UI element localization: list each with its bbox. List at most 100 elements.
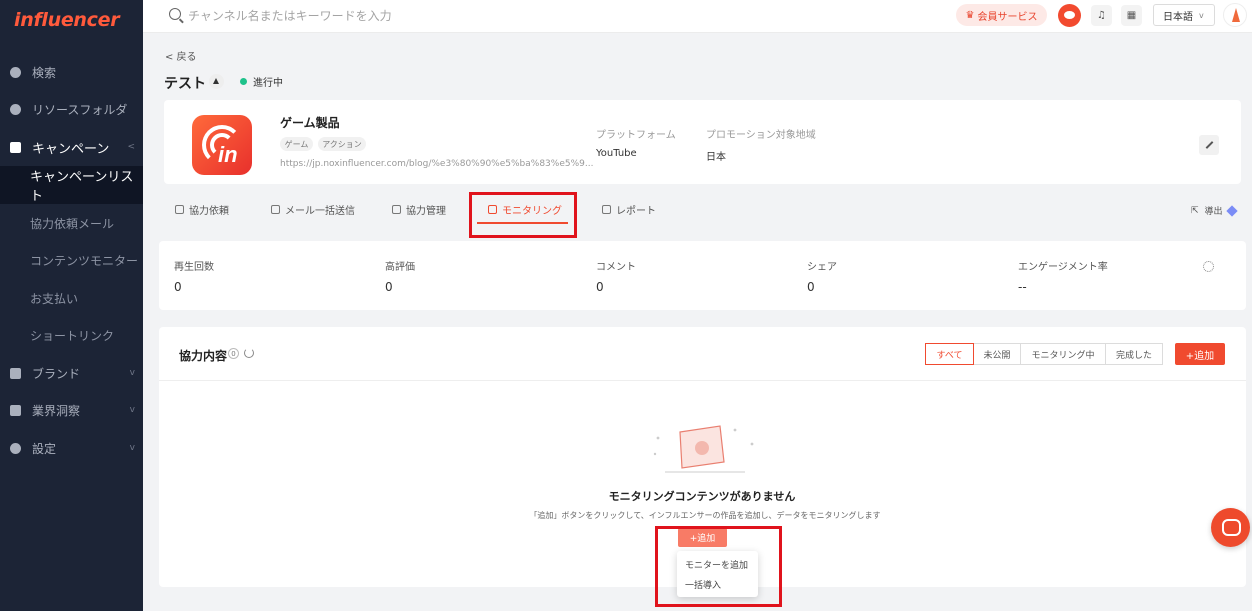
sidebar-item-label: ショートリンク (30, 328, 115, 343)
filter-unpublished[interactable]: 未公開 (973, 343, 1021, 365)
stat-label-comments: コメント (596, 262, 636, 273)
language-select[interactable]: 日本語 v (1153, 4, 1215, 26)
empty-state-description: 「追加」ボタンをクリックして、インフルエンサーの作品を追加し、データをモニタリン… (529, 511, 881, 520)
chevron-down-icon: v (129, 368, 135, 378)
sidebar-item-label: ブランド (32, 366, 81, 381)
add-button[interactable]: +追加 (1175, 343, 1225, 365)
count-badge: 0 (228, 348, 239, 359)
mail-icon (271, 204, 280, 214)
sidebar-item-label: 検索 (32, 65, 57, 80)
filter-all[interactable]: すべて (925, 343, 974, 365)
product-logo: in (192, 115, 252, 175)
logo[interactable]: influencer (14, 6, 120, 34)
page-title: テスト (164, 76, 206, 92)
tab-label: 協力依頼 (189, 205, 229, 217)
stat-value-shares: 0 (807, 280, 815, 294)
stat-label-likes: 高評価 (385, 262, 415, 273)
collapse-toggle-icon[interactable] (209, 74, 224, 89)
back-link[interactable]: < 戻る (165, 48, 197, 63)
sidebar-item-resource-folder[interactable]: リソースフォルダ (0, 90, 143, 128)
empty-state-illustration (653, 425, 754, 473)
stat-label-engagement: エンゲージメント率 (1018, 262, 1108, 273)
export-button[interactable]: ⇱ 導出 (1191, 204, 1238, 217)
product-name: ゲーム製品 (280, 116, 340, 130)
product-url[interactable]: https://jp.noxinfluencer.com/blog/%e3%80… (280, 159, 593, 169)
platform-label: プラットフォーム (596, 130, 676, 141)
member-service-button[interactable]: ♛ 会員サービス (956, 4, 1047, 26)
sidebar-item-shortlink[interactable]: ショートリンク (0, 316, 143, 354)
document-icon (10, 141, 21, 153)
stat-value-views: 0 (174, 280, 182, 294)
message-icon[interactable] (1058, 4, 1081, 27)
diamond-icon (1225, 204, 1238, 217)
tab-bulk-mail[interactable]: メール一括送信 (271, 197, 355, 221)
chevron-left-icon: < (127, 142, 135, 152)
sidebar-item-label: お支払い (30, 291, 79, 306)
apps-icon[interactable]: ▦ (1121, 5, 1142, 26)
user-icon (175, 204, 184, 214)
stat-value-comments: 0 (596, 280, 604, 294)
empty-state-title: モニタリングコンテンツがありません (608, 490, 796, 503)
tab-label: 協力管理 (406, 205, 446, 217)
sidebar-item-label: 設定 (32, 441, 57, 456)
tab-label: メール一括送信 (285, 205, 355, 217)
avatar[interactable] (1223, 3, 1247, 27)
sidebar-item-campaign-list[interactable]: キャンペーンリスト (0, 166, 143, 204)
stat-label-shares: シェア (807, 262, 837, 273)
language-label: 日本語 (1163, 11, 1193, 23)
edit-icon[interactable] (1199, 135, 1219, 155)
sidebar-item-request-mail[interactable]: 協力依頼メール (0, 204, 143, 242)
tab-collaboration-request[interactable]: 協力依頼 (175, 197, 229, 221)
sidebar-item-label: リソースフォルダ (32, 102, 128, 117)
bell-icon[interactable]: ♫ (1091, 5, 1112, 26)
export-icon: ⇱ (1191, 205, 1199, 216)
sidebar-item-label: コンテンツモニター (30, 253, 139, 268)
compass-icon (10, 66, 21, 78)
stat-value-engagement: -- (1018, 280, 1027, 294)
platform-value: YouTube (596, 148, 637, 159)
status-badge: 進行中 (253, 78, 283, 89)
tab-collaboration-management[interactable]: 協力管理 (392, 197, 446, 221)
settings-icon[interactable] (1203, 261, 1214, 272)
sidebar-item-campaign[interactable]: キャンペーン < (0, 128, 143, 166)
highlight-annotation (469, 192, 577, 238)
section-title: 協力内容 (179, 349, 228, 363)
gear-icon (10, 442, 21, 454)
chevron-down-icon: v (129, 405, 135, 415)
search-icon (169, 8, 181, 20)
handshake-icon (392, 204, 401, 214)
highlight-annotation (655, 526, 782, 607)
filter-completed[interactable]: 完成した (1105, 343, 1163, 365)
sidebar-item-brand[interactable]: ブランド v (0, 354, 143, 392)
top-bar: ♛ 会員サービス ♫ ▦ 日本語 v (143, 0, 1252, 33)
sidebar-item-search[interactable]: 検索 (0, 53, 143, 91)
stats-card (159, 241, 1246, 310)
region-label: プロモーション対象地域 (706, 130, 816, 141)
sidebar-item-industry-insight[interactable]: 業界洞察 v (0, 391, 143, 429)
refresh-icon[interactable] (244, 348, 254, 358)
sidebar-item-settings[interactable]: 設定 v (0, 429, 143, 467)
tab-label: レポート (616, 205, 656, 217)
tab-report[interactable]: レポート (602, 197, 656, 221)
filter-monitoring[interactable]: モニタリング中 (1020, 343, 1106, 365)
chart-icon (10, 404, 21, 416)
sidebar-item-payment[interactable]: お支払い (0, 279, 143, 317)
member-service-label: 会員サービス (977, 11, 1038, 23)
brand-icon (10, 367, 21, 379)
divider (159, 380, 1246, 381)
report-icon (602, 204, 611, 214)
chevron-down-icon: v (1199, 10, 1204, 20)
search-input[interactable] (188, 6, 488, 26)
logo-text: influencer (14, 9, 120, 31)
chevron-down-icon: v (129, 443, 135, 453)
product-tag: ゲーム (280, 137, 313, 151)
status-dot (240, 78, 247, 85)
export-label: 導出 (1204, 207, 1223, 217)
region-value: 日本 (706, 152, 726, 163)
stat-label-views: 再生回数 (174, 262, 214, 273)
chat-support-icon[interactable] (1211, 508, 1250, 547)
sidebar-item-label: 協力依頼メール (30, 216, 115, 231)
sidebar-item-label: 業界洞察 (32, 403, 81, 418)
heart-icon (10, 103, 21, 115)
sidebar-item-content-monitor[interactable]: コンテンツモニター (0, 241, 143, 279)
